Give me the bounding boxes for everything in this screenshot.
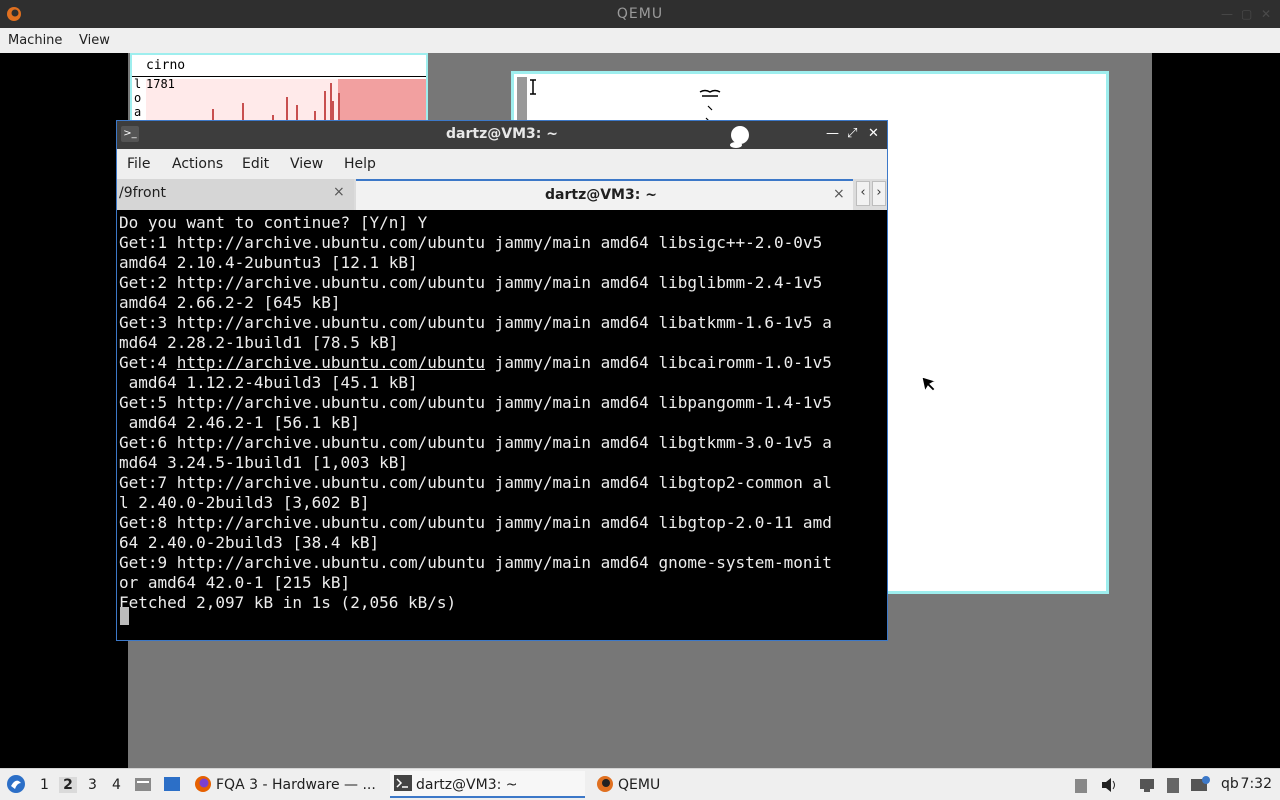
- terminal-line: Get:2 http://archive.ubuntu.com/ubuntu j…: [119, 273, 823, 292]
- qemu-menubar: Machine View: [0, 28, 1280, 54]
- qemu-titlebar: QEMU — ▢ ✕: [0, 0, 1280, 28]
- task-label: QEMU: [618, 777, 661, 793]
- tab-9front[interactable]: /9front ×: [117, 179, 354, 210]
- terminal-line: Get:3 http://archive.ubuntu.com/ubuntu j…: [119, 313, 832, 332]
- scrollbar-thumb[interactable]: [517, 77, 527, 125]
- workspace-1[interactable]: 1: [40, 777, 49, 793]
- graph-bar: [338, 93, 340, 123]
- terminal-line: amd64 2.10.4-2ubuntu3 [12.1 kB]: [119, 253, 418, 272]
- tab-label: /9front: [119, 185, 166, 201]
- tab-dartz-vm3[interactable]: dartz@VM3: ~ ×: [356, 179, 853, 210]
- glenda-icon: [699, 89, 721, 122]
- menu-edit[interactable]: Edit: [242, 156, 269, 172]
- minimize-button[interactable]: —: [826, 126, 839, 141]
- line-suffix: jammy/main amd64 libcairomm-1.0-1v5: [485, 353, 832, 372]
- menu-help[interactable]: Help: [344, 156, 376, 172]
- terminal-line: md64 2.28.2-1build1 [78.5 kB]: [119, 333, 399, 352]
- clipboard-icon[interactable]: [1164, 776, 1182, 794]
- qemu-window-title: QEMU: [616, 6, 664, 22]
- terminal-line: amd64 1.12.2-4build3 [45.1 kB]: [119, 373, 418, 392]
- terminal-window[interactable]: >_ dartz@VM3: ~ — ⤢ ✕ File Actions Edit …: [116, 120, 888, 641]
- text-cursor-icon: [530, 79, 536, 95]
- terminal-titlebar[interactable]: >_ dartz@VM3: ~ — ⤢ ✕: [117, 121, 887, 149]
- workspace-3[interactable]: 3: [88, 777, 97, 793]
- start-menu-icon[interactable]: [6, 774, 26, 794]
- terminal-menubar: File Actions Edit View Help: [117, 149, 887, 179]
- glenda-icon: [730, 126, 749, 148]
- trash-icon[interactable]: [1073, 776, 1089, 794]
- terminal-line: l 2.40.0-2build3 [3,602 B]: [119, 493, 370, 512]
- terminal-line: Get:4 http://archive.ubuntu.com/ubuntu j…: [119, 353, 832, 373]
- notification-icon[interactable]: [1190, 776, 1210, 794]
- tray-text[interactable]: qb: [1221, 776, 1239, 792]
- stats-label-column: l o a: [134, 77, 146, 119]
- terminal-line: Get:1 http://archive.ubuntu.com/ubuntu j…: [119, 233, 823, 252]
- firefox-icon: [195, 776, 211, 792]
- workspace-4[interactable]: 4: [112, 777, 121, 793]
- menu-actions[interactable]: Actions: [172, 156, 223, 172]
- terminal-line: amd64 2.46.2-1 [56.1 kB]: [119, 413, 360, 432]
- taskbar: 1 2 3 4 FQA 3 - Hardware — ... dartz@VM3…: [0, 768, 1280, 800]
- tab-label: dartz@VM3: ~: [545, 187, 657, 203]
- stats-label: a: [134, 105, 142, 119]
- terminal-title: dartz@VM3: ~: [446, 126, 558, 142]
- tab-scroll-right-icon[interactable]: ›: [872, 181, 886, 206]
- graph-bar: [324, 91, 326, 123]
- line-prefix: Get:4: [119, 353, 177, 372]
- task-firefox[interactable]: FQA 3 - Hardware — ...: [190, 771, 380, 798]
- load-graph: [146, 79, 426, 123]
- stats-host-name: cirno: [146, 58, 186, 73]
- terminal-line: Get:9 http://archive.ubuntu.com/ubuntu j…: [119, 553, 832, 572]
- qemu-icon: [597, 776, 613, 792]
- mouse-pointer-icon: [921, 376, 937, 392]
- terminal-link[interactable]: http://archive.ubuntu.com/ubuntu: [177, 353, 485, 372]
- divider: [132, 76, 426, 77]
- terminal-line: Get:7 http://archive.ubuntu.com/ubuntu j…: [119, 473, 832, 492]
- maximize-icon[interactable]: ▢: [1241, 7, 1252, 21]
- stats-value: 1781: [146, 77, 175, 91]
- close-icon[interactable]: ✕: [1261, 7, 1271, 21]
- task-label: dartz@VM3: ~: [416, 777, 518, 793]
- terminal-line: Get:5 http://archive.ubuntu.com/ubuntu j…: [119, 393, 832, 412]
- network-icon[interactable]: [1138, 776, 1156, 794]
- terminal-cursor: [120, 607, 129, 625]
- tab-scroll-left-icon[interactable]: ‹: [856, 181, 870, 206]
- terminal-line: 64 2.40.0-2build3 [38.4 kB]: [119, 533, 380, 552]
- file-manager-icon[interactable]: [134, 775, 152, 793]
- terminal-line: md64 3.24.5-1build1 [1,003 kB]: [119, 453, 408, 472]
- terminal-line: or amd64 42.0-1 [215 kB]: [119, 573, 351, 592]
- minimize-icon[interactable]: —: [1221, 7, 1233, 21]
- show-desktop-icon[interactable]: [163, 775, 181, 793]
- menu-machine[interactable]: Machine: [8, 33, 62, 48]
- menu-view[interactable]: View: [79, 33, 110, 48]
- menu-file[interactable]: File: [127, 156, 150, 172]
- task-terminal[interactable]: dartz@VM3: ~: [390, 771, 585, 798]
- terminal-output[interactable]: Do you want to continue? [Y/n] Y Get:1 h…: [117, 210, 887, 640]
- terminal-line: Get:6 http://archive.ubuntu.com/ubuntu j…: [119, 433, 832, 452]
- load-graph-fill: [338, 79, 426, 123]
- menu-view[interactable]: View: [290, 156, 323, 172]
- workspace-2[interactable]: 2: [59, 777, 77, 793]
- stats-label: l: [134, 77, 142, 91]
- terminal-line: Do you want to continue? [Y/n] Y: [119, 213, 428, 232]
- task-qemu[interactable]: QEMU: [592, 771, 712, 798]
- terminal-line: amd64 2.66.2-2 [645 kB]: [119, 293, 341, 312]
- stats-label: o: [134, 91, 142, 105]
- stats-window[interactable]: cirno l o a 1781: [130, 53, 428, 123]
- task-label: FQA 3 - Hardware — ...: [216, 777, 376, 793]
- maximize-button[interactable]: ⤢: [847, 126, 857, 141]
- tab-close-icon[interactable]: ×: [333, 184, 345, 200]
- volume-icon[interactable]: [1100, 776, 1118, 794]
- tab-close-icon[interactable]: ×: [833, 186, 845, 202]
- terminal-line: Get:8 http://archive.ubuntu.com/ubuntu j…: [119, 513, 832, 532]
- terminal-icon: [394, 775, 412, 791]
- clock[interactable]: 7:32: [1241, 776, 1272, 792]
- close-button[interactable]: ✕: [868, 126, 879, 141]
- terminal-line: Fetched 2,097 kB in 1s (2,056 kB/s): [119, 593, 457, 612]
- terminal-tabbar: /9front × dartz@VM3: ~ × ‹ ›: [117, 179, 887, 211]
